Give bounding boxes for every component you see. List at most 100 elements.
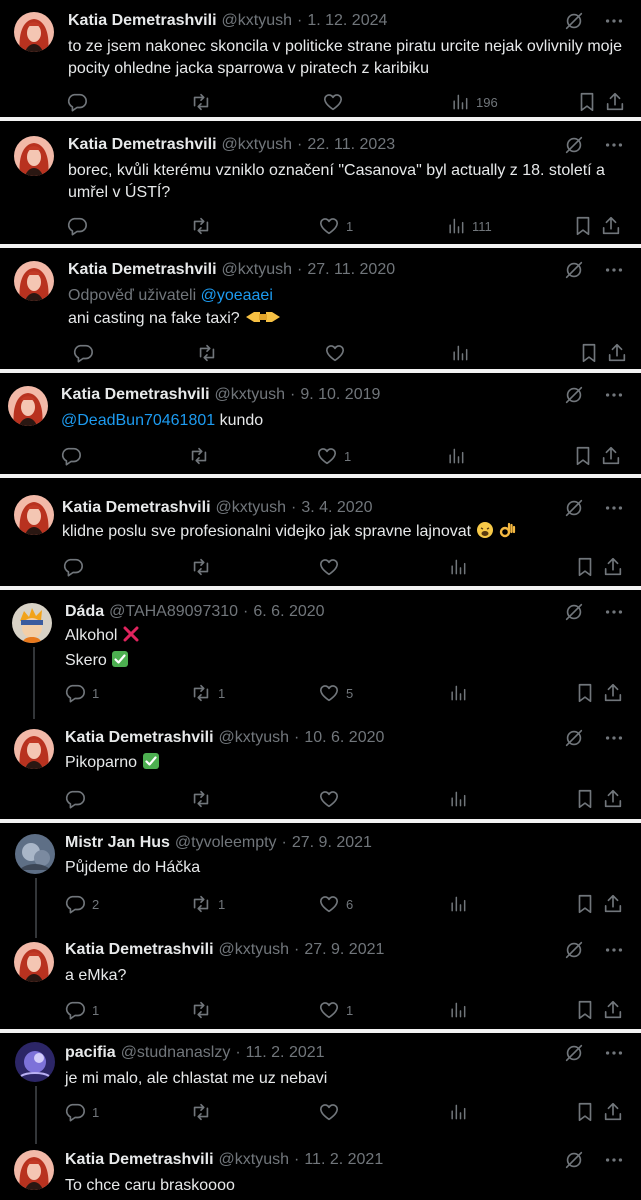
avatar[interactable] — [14, 729, 54, 769]
like-button[interactable]: 5 — [318, 681, 353, 705]
tweet-date[interactable]: 1. 12. 2024 — [307, 12, 387, 30]
tweet-date[interactable]: 9. 10. 2019 — [300, 386, 380, 404]
share-button[interactable] — [602, 892, 624, 916]
author-name[interactable]: Katia Demetrashvili — [68, 261, 217, 279]
views-button[interactable] — [450, 341, 470, 365]
avatar[interactable] — [14, 261, 54, 301]
author-name[interactable]: Katia Demetrashvili — [65, 1151, 214, 1169]
retweet-button[interactable]: 1 — [190, 681, 225, 705]
author-handle[interactable]: @kxtyush — [219, 729, 289, 747]
like-button[interactable]: 1 — [318, 214, 353, 238]
author-handle[interactable]: @tyvoleempty — [175, 834, 277, 852]
avatar[interactable] — [14, 1150, 54, 1190]
author-handle[interactable]: @kxtyush — [222, 136, 292, 154]
bookmark-button[interactable] — [574, 998, 596, 1022]
bookmark-button[interactable] — [574, 555, 596, 579]
author-handle[interactable]: @TAHA89097310 — [109, 603, 238, 621]
views-button[interactable] — [448, 998, 468, 1022]
share-button[interactable] — [600, 444, 622, 468]
grok-icon[interactable] — [563, 939, 585, 966]
tweet-date[interactable]: 22. 11. 2023 — [307, 136, 395, 154]
grok-icon[interactable] — [563, 10, 585, 37]
share-button[interactable] — [602, 1100, 624, 1124]
like-button[interactable]: 1 — [316, 444, 351, 468]
tweet-date[interactable]: 27. 11. 2020 — [307, 261, 395, 279]
like-button[interactable]: 1 — [318, 998, 353, 1022]
reply-button[interactable] — [72, 341, 94, 365]
author-name[interactable]: Katia Demetrashvili — [65, 729, 214, 747]
share-button[interactable] — [604, 90, 626, 114]
grok-icon[interactable] — [563, 384, 585, 411]
reply-button[interactable] — [66, 90, 88, 114]
tweet-date[interactable]: 27. 9. 2021 — [292, 834, 372, 852]
grok-icon[interactable] — [563, 259, 585, 286]
bookmark-button[interactable] — [576, 90, 598, 114]
grok-icon[interactable] — [563, 134, 585, 161]
avatar[interactable] — [14, 942, 54, 982]
tweet-date[interactable]: 27. 9. 2021 — [304, 941, 384, 959]
more-icon[interactable] — [603, 1149, 625, 1176]
more-icon[interactable] — [603, 259, 625, 286]
like-button[interactable] — [318, 555, 340, 579]
author-name[interactable]: Mistr Jan Hus — [65, 834, 170, 852]
bookmark-button[interactable] — [578, 341, 600, 365]
author-name[interactable]: pacifia — [65, 1044, 116, 1062]
more-icon[interactable] — [603, 134, 625, 161]
views-button[interactable] — [448, 681, 468, 705]
author-handle[interactable]: @kxtyush — [216, 499, 286, 517]
retweet-button[interactable] — [190, 787, 212, 811]
more-icon[interactable] — [603, 10, 625, 37]
grok-icon[interactable] — [563, 1149, 585, 1176]
more-icon[interactable] — [603, 497, 625, 524]
more-icon[interactable] — [603, 939, 625, 966]
author-handle[interactable]: @studnanaslzy — [121, 1044, 231, 1062]
retweet-button[interactable] — [190, 1100, 212, 1124]
tweet-date[interactable]: 6. 6. 2020 — [253, 603, 324, 621]
retweet-button[interactable] — [190, 555, 212, 579]
bookmark-button[interactable] — [574, 892, 596, 916]
author-name[interactable]: Katia Demetrashvili — [65, 941, 214, 959]
more-icon[interactable] — [603, 727, 625, 754]
author-name[interactable]: Katia Demetrashvili — [62, 499, 211, 517]
share-button[interactable] — [602, 555, 624, 579]
reply-button[interactable]: 2 — [64, 892, 99, 916]
bookmark-button[interactable] — [574, 1100, 596, 1124]
author-handle[interactable]: @kxtyush — [222, 261, 292, 279]
author-name[interactable]: Dáda — [65, 603, 104, 621]
like-button[interactable] — [318, 1100, 340, 1124]
tweet-date[interactable]: 3. 4. 2020 — [301, 499, 372, 517]
retweet-button[interactable] — [196, 341, 218, 365]
avatar[interactable] — [14, 136, 54, 176]
mention-link[interactable]: @DeadBun70461801 — [61, 412, 215, 429]
author-handle[interactable]: @kxtyush — [222, 12, 292, 30]
avatar[interactable] — [8, 386, 48, 426]
author-handle[interactable]: @kxtyush — [215, 386, 285, 404]
retweet-button[interactable] — [190, 214, 212, 238]
bookmark-button[interactable] — [572, 444, 594, 468]
reply-to-link[interactable]: @yoeaaei — [201, 287, 273, 304]
tweet-date[interactable]: 11. 2. 2021 — [304, 1151, 383, 1169]
retweet-button[interactable]: 1 — [190, 892, 225, 916]
avatar[interactable] — [12, 603, 52, 643]
bookmark-button[interactable] — [574, 787, 596, 811]
bookmark-button[interactable] — [574, 681, 596, 705]
more-icon[interactable] — [603, 1042, 625, 1069]
author-name[interactable]: Katia Demetrashvili — [61, 386, 210, 404]
author-name[interactable]: Katia Demetrashvili — [68, 12, 217, 30]
like-button[interactable] — [318, 787, 340, 811]
views-button[interactable] — [448, 787, 468, 811]
reply-button[interactable] — [64, 787, 86, 811]
more-icon[interactable] — [603, 601, 625, 628]
views-button[interactable] — [448, 555, 468, 579]
grok-icon[interactable] — [563, 1042, 585, 1069]
views-button[interactable] — [448, 1100, 468, 1124]
share-button[interactable] — [602, 681, 624, 705]
avatar[interactable] — [15, 834, 55, 874]
reply-button[interactable] — [62, 555, 84, 579]
reply-button[interactable] — [66, 214, 88, 238]
retweet-button[interactable] — [190, 998, 212, 1022]
author-name[interactable]: Katia Demetrashvili — [68, 136, 217, 154]
views-button[interactable] — [448, 892, 468, 916]
reply-button[interactable] — [60, 444, 82, 468]
share-button[interactable] — [606, 341, 628, 365]
